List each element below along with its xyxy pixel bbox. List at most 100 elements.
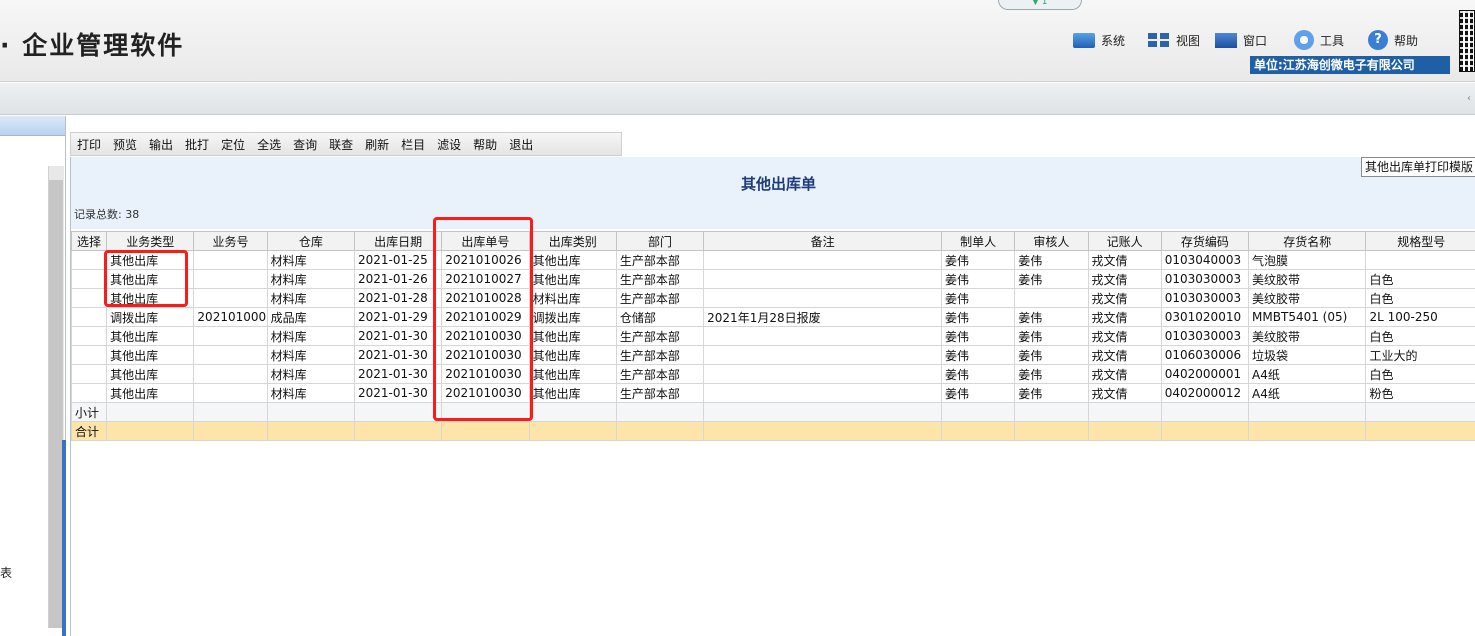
cell-outbound-category: 其他出库 <box>528 326 617 346</box>
cell-reviewer: 姜伟 <box>1014 326 1089 346</box>
cell-inventory-code: 0103040003 <box>1160 250 1250 270</box>
left-nav-item[interactable]: 表 <box>0 564 12 581</box>
print-button[interactable]: 打印 <box>71 136 107 153</box>
column-header-department[interactable]: 部门 <box>615 231 705 251</box>
column-header-reviewer[interactable]: 审核人 <box>1014 231 1089 251</box>
cell-warehouse: 成品库 <box>266 307 355 327</box>
collapse-tab[interactable]: ▼ 1 <box>998 0 1082 10</box>
column-header-business-no[interactable]: 业务号 <box>193 231 268 251</box>
cell-inventory-code: 0103030003 <box>1160 288 1250 308</box>
cell-reviewer: 姜伟 <box>1014 345 1089 365</box>
total-row-cell <box>353 421 443 441</box>
column-header-spec[interactable]: 规格型号 <box>1365 231 1475 251</box>
preview-button[interactable]: 预览 <box>107 136 143 153</box>
chevron-left-icon[interactable]: ‹ <box>1467 93 1471 104</box>
cell-warehouse: 材料库 <box>266 345 355 365</box>
cell-select <box>70 364 108 384</box>
column-header-warehouse[interactable]: 仓库 <box>266 231 355 251</box>
batch-print-button[interactable]: 批打 <box>179 136 215 153</box>
cell-inventory-name: A4纸 <box>1248 383 1367 403</box>
cell-inventory-code: 0301020010 <box>1160 307 1250 327</box>
cell-spec: 白色 <box>1365 364 1475 384</box>
left-nav-panel: ^ 表 <box>0 116 66 636</box>
subtotal-row-cell <box>353 402 443 422</box>
table-row[interactable]: 其他出库 材料库 2021-01-30 2021010030 其他出库 生产部本部 姜伟 姜伟… <box>70 345 1475 365</box>
panel-splitter[interactable] <box>62 440 66 636</box>
table-row[interactable]: 其他出库 材料库 2021-01-28 2021010028 材料出库 生产部本部 姜伟 戎文… <box>70 288 1475 308</box>
column-header-select[interactable]: 选择 <box>70 231 108 251</box>
column-header-outbound-category[interactable]: 出库类别 <box>528 231 617 251</box>
cell-spec: 白色 <box>1365 288 1475 308</box>
cell-warehouse: 材料库 <box>266 326 355 346</box>
cell-business-no <box>193 250 268 270</box>
cell-business-no: 202101000 <box>193 307 268 327</box>
cell-bookkeeper: 戎文倩 <box>1087 383 1162 403</box>
cell-bookkeeper: 戎文倩 <box>1087 326 1162 346</box>
left-nav-scroll-thumb[interactable] <box>49 180 63 628</box>
cell-outbound-category: 其他出库 <box>528 250 617 270</box>
exit-button[interactable]: 退出 <box>503 136 539 153</box>
unit-label: 单位:江苏海创微电子有限公司 <box>1250 56 1450 74</box>
menu-help[interactable]: ? 帮助 <box>1368 28 1418 52</box>
linked-query-button[interactable]: 联查 <box>323 136 359 153</box>
cell-outbound-date: 2021-01-25 <box>353 250 443 270</box>
column-header-creator[interactable]: 制单人 <box>940 231 1016 251</box>
cell-outbound-date: 2021-01-29 <box>353 307 443 327</box>
cell-select <box>70 383 108 403</box>
total-row-cell <box>106 421 195 441</box>
column-header-outbound-no[interactable]: 出库单号 <box>441 231 530 251</box>
app-title: · 企业管理软件 <box>0 31 185 60</box>
table-row[interactable]: 其他出库 材料库 2021-01-30 2021010030 其他出库 生产部本部 姜伟 姜伟… <box>70 326 1475 346</box>
locate-button[interactable]: 定位 <box>215 136 251 153</box>
refresh-button[interactable]: 刷新 <box>359 136 395 153</box>
total-row: 合计 <box>70 421 1475 441</box>
cell-bookkeeper: 戎文倩 <box>1087 307 1162 327</box>
cell-business-no <box>193 364 268 384</box>
cell-select <box>70 250 108 270</box>
select-all-button[interactable]: 全选 <box>251 136 287 153</box>
menu-view-label: 视图 <box>1176 33 1201 48</box>
column-header-outbound-date[interactable]: 出库日期 <box>353 231 443 251</box>
filter-settings-button[interactable]: 滤设 <box>431 136 467 153</box>
table-row[interactable]: 调拨出库 202101000 成品库 2021-01-29 2021010029 调拨出库… <box>70 307 1475 327</box>
total-row-cell <box>1160 421 1250 441</box>
cell-spec: 2L 100-250 <box>1365 307 1475 327</box>
table-row[interactable]: 其他出库 材料库 2021-01-26 2021010027 其他出库 生产部本部 姜伟 姜伟… <box>70 269 1475 289</box>
column-header-business-type[interactable]: 业务类型 <box>106 231 195 251</box>
menu-tools[interactable]: 工具 <box>1294 28 1344 52</box>
columns-button[interactable]: 栏目 <box>395 136 431 153</box>
menu-tools-label: 工具 <box>1320 33 1345 48</box>
total-row-cell <box>528 421 617 441</box>
column-header-inventory-name[interactable]: 存货名称 <box>1248 231 1367 251</box>
menu-system[interactable]: 系统 <box>1073 28 1125 52</box>
cell-outbound-category: 其他出库 <box>528 364 617 384</box>
export-button[interactable]: 输出 <box>143 136 179 153</box>
column-header-remark[interactable]: 备注 <box>703 231 942 251</box>
column-header-bookkeeper[interactable]: 记账人 <box>1087 231 1162 251</box>
cell-select <box>70 326 108 346</box>
subtotal-row-cell <box>1248 402 1367 422</box>
cell-department: 生产部本部 <box>615 288 705 308</box>
help-button[interactable]: 帮助 <box>467 136 503 153</box>
table-row[interactable]: 其他出库 材料库 2021-01-30 2021010030 其他出库 生产部本部 姜伟 姜伟… <box>70 364 1475 384</box>
menu-view[interactable]: 视图 <box>1148 28 1200 52</box>
cell-outbound-date: 2021-01-30 <box>353 345 443 365</box>
cell-reviewer <box>1014 288 1089 308</box>
table-row[interactable]: 其他出库 材料库 2021-01-30 2021010030 其他出库 生产部本部 姜伟 姜伟… <box>70 383 1475 403</box>
column-header-inventory-code[interactable]: 存货编码 <box>1160 231 1250 251</box>
cell-reviewer: 姜伟 <box>1014 364 1089 384</box>
cell-inventory-code: 0106030006 <box>1160 345 1250 365</box>
table-row[interactable]: 其他出库 材料库 2021-01-25 2021010026 其他出库 生产部本部 姜伟 姜伟… <box>70 250 1475 270</box>
menu-window[interactable]: 窗口 <box>1215 28 1267 52</box>
query-button[interactable]: 查询 <box>287 136 323 153</box>
cell-business-type: 其他出库 <box>106 269 195 289</box>
cell-warehouse: 材料库 <box>266 250 355 270</box>
print-template-select[interactable]: 其他出库单打印模版 <box>1361 157 1475 177</box>
report-table: 选择 业务类型 业务号 仓库 出库日期 出库单号 出库类别 部门 备注 制单人 审核人 记账人 存货编码… <box>70 231 1475 441</box>
cell-business-type: 其他出库 <box>106 288 195 308</box>
cell-inventory-name: MMBT5401 (05) <box>1248 307 1367 327</box>
cell-warehouse: 材料库 <box>266 364 355 384</box>
window-icon <box>1215 32 1237 48</box>
subtotal-row-cell <box>615 402 705 422</box>
cell-department: 生产部本部 <box>615 250 705 270</box>
